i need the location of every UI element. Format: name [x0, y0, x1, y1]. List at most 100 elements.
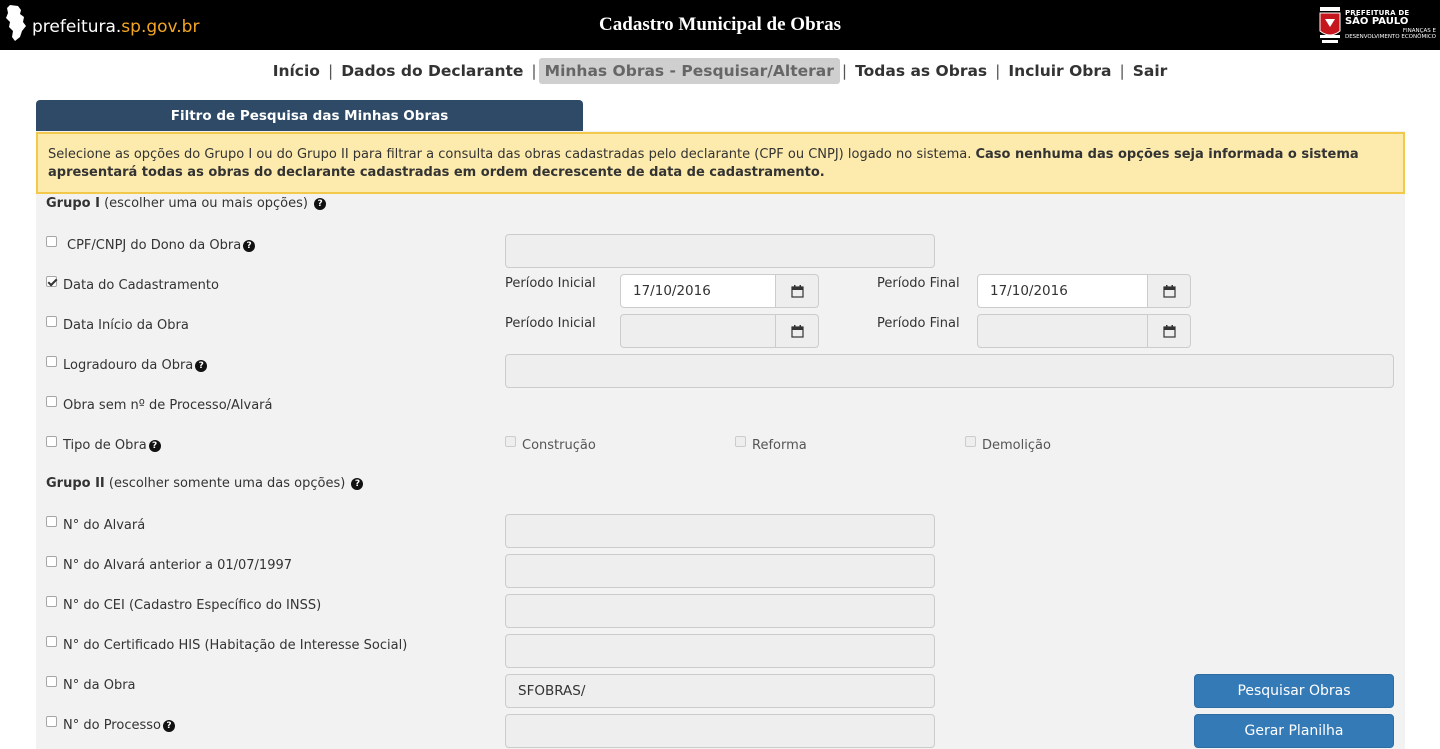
- obra-checkbox[interactable]: [46, 676, 57, 687]
- calendar-button[interactable]: [1148, 314, 1191, 348]
- city-seal-icon: [1319, 7, 1341, 43]
- data-cad-final-input[interactable]: 17/10/2016: [977, 274, 1148, 308]
- alvara-label: N° do Alvará: [63, 518, 146, 533]
- help-icon[interactable]: ?: [351, 478, 364, 490]
- nav-separator: |: [1119, 62, 1125, 80]
- periodo-inicial-label: Período Inicial: [505, 276, 596, 291]
- tipo-demolicao: Demolição: [965, 436, 1051, 453]
- demolicao-label: Demolição: [982, 438, 1051, 453]
- data-cadastramento-label: Data do Cadastramento: [63, 278, 219, 293]
- alvara-input[interactable]: [505, 514, 935, 548]
- gerar-planilha-button[interactable]: Gerar Planilha: [1194, 714, 1394, 748]
- nav-separator: |: [327, 62, 334, 80]
- tipo-construcao: Construção: [505, 436, 596, 453]
- construcao-checkbox[interactable]: [505, 436, 516, 447]
- calendar-button[interactable]: [776, 274, 819, 308]
- nav-separator: |: [995, 62, 1001, 80]
- cpf-option: CPF/CNPJ do Dono da Obra?: [46, 236, 256, 253]
- group1-hint: (escolher uma ou mais opções): [104, 196, 308, 211]
- logradouro-label: Logradouro da Obra: [63, 358, 194, 373]
- logradouro-checkbox[interactable]: [46, 356, 57, 367]
- data-inicio-inicial-input[interactable]: [620, 314, 776, 348]
- alert-text: Selecione as opções do Grupo I ou do Gru…: [48, 147, 976, 162]
- processo-checkbox[interactable]: [46, 716, 57, 727]
- pesquisar-obras-button[interactable]: Pesquisar Obras: [1194, 674, 1394, 708]
- data-inicio-option: Data Início da Obra: [46, 316, 189, 333]
- processo-label: N° do Processo: [63, 718, 161, 733]
- tipo-obra-option: Tipo de Obra?: [46, 436, 161, 453]
- nav-minhas-obras[interactable]: Minhas Obras - Pesquisar/Alterar: [538, 58, 840, 84]
- data-inicio-label: Data Início da Obra: [63, 318, 189, 333]
- group2-title: Grupo II: [46, 476, 105, 491]
- nav-sair[interactable]: Sair: [1127, 58, 1174, 84]
- data-cad-final-group: 17/10/2016: [977, 274, 1191, 308]
- nav-incluir-obra[interactable]: Incluir Obra: [1002, 58, 1117, 84]
- data-inicio-final-group: [977, 314, 1191, 348]
- group2-hint: (escolher somente uma das opções): [108, 476, 346, 491]
- cpf-checkbox[interactable]: [46, 236, 57, 247]
- help-icon[interactable]: ?: [162, 719, 175, 732]
- cei-checkbox[interactable]: [46, 596, 57, 607]
- alvara-anterior-option: N° do Alvará anterior a 01/07/1997: [46, 556, 293, 573]
- calendar-icon: [790, 324, 804, 338]
- demolicao-checkbox[interactable]: [965, 436, 976, 447]
- processo-option: N° do Processo?: [46, 716, 175, 733]
- data-inicio-inicial-group: [620, 314, 819, 348]
- obra-input[interactable]: SFOBRAS/: [505, 674, 935, 708]
- obra-label: N° da Obra: [63, 678, 136, 693]
- logradouro-option: Logradouro da Obra?: [46, 356, 208, 373]
- construcao-label: Construção: [522, 438, 596, 453]
- cpf-input[interactable]: [505, 234, 935, 268]
- periodo-final-label: Período Final: [877, 276, 960, 291]
- logo-line-4: DESENVOLVIMENTO ECONÔMICO: [1344, 33, 1436, 40]
- info-alert: Selecione as opções do Grupo I ou do Gru…: [36, 132, 1405, 194]
- calendar-button[interactable]: [1148, 274, 1191, 308]
- sem-processo-checkbox[interactable]: [46, 396, 57, 407]
- alvara-checkbox[interactable]: [46, 516, 57, 527]
- help-icon[interactable]: ?: [314, 198, 327, 210]
- tipo-obra-checkbox[interactable]: [46, 436, 57, 447]
- data-cadastramento-option: Data do Cadastramento: [46, 276, 219, 293]
- help-icon[interactable]: ?: [148, 439, 161, 452]
- alvara-anterior-label: N° do Alvará anterior a 01/07/1997: [63, 558, 293, 573]
- logradouro-input[interactable]: [505, 354, 1394, 388]
- data-cad-inicial-input[interactable]: 17/10/2016: [620, 274, 776, 308]
- his-input[interactable]: [505, 634, 935, 668]
- group2-heading: Grupo II (escolher somente uma das opçõe…: [46, 476, 364, 491]
- cei-input[interactable]: [505, 594, 935, 628]
- cei-label: N° do CEI (Cadastro Específico do INSS): [63, 598, 322, 613]
- cei-option: N° do CEI (Cadastro Específico do INSS): [46, 596, 322, 613]
- group1-heading: Grupo I (escolher uma ou mais opções) ?: [46, 196, 327, 211]
- alvara-option: N° do Alvará: [46, 516, 146, 533]
- data-inicio-final-input[interactable]: [977, 314, 1148, 348]
- calendar-icon: [790, 284, 804, 298]
- cpf-label: CPF/CNPJ do Dono da Obra: [67, 238, 242, 253]
- his-label: N° do Certificado HIS (Habitação de Inte…: [63, 638, 408, 653]
- group1-title: Grupo I: [46, 196, 100, 211]
- help-icon[interactable]: ?: [195, 359, 208, 372]
- prefeitura-text: PREFEITURA DE SÃO PAULO FINANÇAS E DESEN…: [1345, 10, 1436, 40]
- sem-processo-option: Obra sem nº de Processo/Alvará: [46, 396, 273, 413]
- help-icon[interactable]: ?: [243, 239, 256, 252]
- nav-separator: |: [531, 62, 537, 80]
- sem-processo-label: Obra sem nº de Processo/Alvará: [63, 398, 273, 413]
- nav-todas-obras[interactable]: Todas as Obras: [849, 58, 993, 84]
- tipo-obra-label: Tipo de Obra: [63, 438, 147, 453]
- top-bar: prefeitura.sp.gov.br Cadastro Municipal …: [0, 0, 1440, 50]
- reforma-checkbox[interactable]: [735, 436, 746, 447]
- alvara-anterior-checkbox[interactable]: [46, 556, 57, 567]
- obra-option: N° da Obra: [46, 676, 136, 693]
- processo-input[interactable]: [505, 714, 935, 748]
- nav-inicio[interactable]: Início: [267, 58, 326, 84]
- periodo-final-label: Período Final: [877, 316, 960, 331]
- calendar-button[interactable]: [776, 314, 819, 348]
- his-checkbox[interactable]: [46, 636, 57, 647]
- data-inicio-checkbox[interactable]: [46, 316, 57, 327]
- nav-dados-declarante[interactable]: Dados do Declarante: [335, 58, 529, 84]
- data-cadastramento-checkbox[interactable]: [46, 276, 57, 287]
- prefeitura-logo: PREFEITURA DE SÃO PAULO FINANÇAS E DESEN…: [1319, 3, 1436, 47]
- filter-tab-title: Filtro de Pesquisa das Minhas Obras: [36, 100, 583, 132]
- alvara-anterior-input[interactable]: [505, 554, 935, 588]
- nav-separator: |: [841, 62, 848, 80]
- main-nav: Início | Dados do Declarante | Minhas Ob…: [0, 56, 1440, 86]
